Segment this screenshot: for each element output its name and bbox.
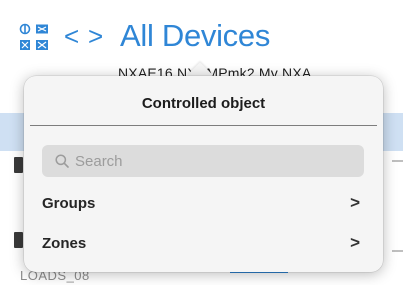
list-row-edge — [392, 250, 403, 252]
menu-item-groups[interactable]: Groups > — [42, 190, 364, 218]
chevron-right-icon: > — [350, 193, 360, 212]
forward-button[interactable]: > — [88, 21, 103, 51]
page-title: All Devices — [120, 18, 271, 53]
menu-item-label: Zones — [42, 235, 87, 252]
menu-item-label: Groups — [42, 195, 96, 212]
device-row-icon — [14, 232, 23, 248]
back-button[interactable]: < — [64, 21, 79, 51]
device-grid-icon[interactable] — [16, 22, 54, 54]
divider — [30, 125, 377, 126]
device-row-icon — [14, 157, 23, 173]
list-row-edge — [392, 160, 403, 162]
controlled-object-popover: Controlled object Groups > Zones > — [24, 76, 383, 272]
popover-title: Controlled object — [141, 95, 266, 112]
search-input[interactable] — [42, 145, 364, 177]
chevron-right-icon: > — [350, 233, 360, 252]
search-icon — [55, 154, 69, 168]
menu-item-zones[interactable]: Zones > — [42, 230, 364, 258]
